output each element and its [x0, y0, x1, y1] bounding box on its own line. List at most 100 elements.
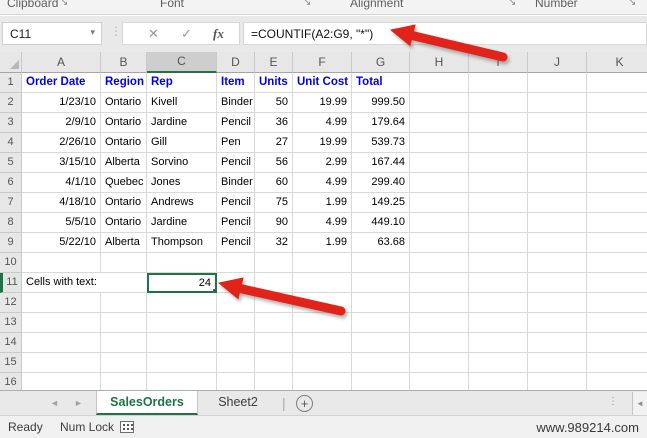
- alignment-dialog-launcher-icon[interactable]: ↘: [508, 0, 516, 8]
- row-header-15[interactable]: 15: [0, 353, 22, 373]
- cell-J6[interactable]: [528, 173, 587, 193]
- cell-B16[interactable]: [101, 373, 147, 390]
- cell-F15[interactable]: [293, 353, 352, 373]
- cell-B1[interactable]: Region: [101, 73, 147, 93]
- cell-I6[interactable]: [469, 173, 528, 193]
- row-header-14[interactable]: 14: [0, 333, 22, 353]
- cell-C2[interactable]: Kivell: [147, 93, 217, 113]
- cell-J3[interactable]: [528, 113, 587, 133]
- row-header-1[interactable]: 1: [0, 73, 22, 93]
- row-header-13[interactable]: 13: [0, 313, 22, 333]
- cell-H14[interactable]: [410, 333, 469, 353]
- cell-J7[interactable]: [528, 193, 587, 213]
- cell-I11[interactable]: [469, 273, 528, 293]
- row-header-6[interactable]: 6: [0, 173, 22, 193]
- cell-K13[interactable]: [587, 313, 647, 333]
- cell-B5[interactable]: Alberta: [101, 153, 147, 173]
- cell-H4[interactable]: [410, 133, 469, 153]
- cell-J9[interactable]: [528, 233, 587, 253]
- cell-K8[interactable]: [587, 213, 647, 233]
- column-header-A[interactable]: A: [22, 52, 101, 73]
- cell-E2[interactable]: 50: [255, 93, 293, 113]
- row-header-7[interactable]: 7: [0, 193, 22, 213]
- cell-A4[interactable]: 2/26/10: [22, 133, 101, 153]
- cell-F2[interactable]: 19.99: [293, 93, 352, 113]
- cell-E7[interactable]: 75: [255, 193, 293, 213]
- cell-I16[interactable]: [469, 373, 528, 390]
- cell-E8[interactable]: 90: [255, 213, 293, 233]
- cell-D16[interactable]: [217, 373, 255, 390]
- cell-C9[interactable]: Thompson: [147, 233, 217, 253]
- confirm-entry-icon[interactable]: ✓: [181, 26, 192, 42]
- cell-H2[interactable]: [410, 93, 469, 113]
- cell-D10[interactable]: [217, 253, 255, 273]
- cell-A3[interactable]: 2/9/10: [22, 113, 101, 133]
- cell-D2[interactable]: Binder: [217, 93, 255, 113]
- cell-H12[interactable]: [410, 293, 469, 313]
- cell-I15[interactable]: [469, 353, 528, 373]
- cell-I13[interactable]: [469, 313, 528, 333]
- cell-B10[interactable]: [101, 253, 147, 273]
- tab-sheet2[interactable]: Sheet2: [200, 391, 276, 415]
- row-header-2[interactable]: 2: [0, 93, 22, 113]
- row-header-5[interactable]: 5: [0, 153, 22, 173]
- row-header-3[interactable]: 3: [0, 113, 22, 133]
- cell-K16[interactable]: [587, 373, 647, 390]
- cell-A15[interactable]: [22, 353, 101, 373]
- cell-E14[interactable]: [255, 333, 293, 353]
- cell-H9[interactable]: [410, 233, 469, 253]
- cell-E3[interactable]: 36: [255, 113, 293, 133]
- cell-A14[interactable]: [22, 333, 101, 353]
- cell-E4[interactable]: 27: [255, 133, 293, 153]
- cell-I9[interactable]: [469, 233, 528, 253]
- cell-D15[interactable]: [217, 353, 255, 373]
- cell-K1[interactable]: [587, 73, 647, 93]
- cell-J13[interactable]: [528, 313, 587, 333]
- cell-D13[interactable]: [217, 313, 255, 333]
- cell-A7[interactable]: 4/18/10: [22, 193, 101, 213]
- cell-G5[interactable]: 167.44: [352, 153, 410, 173]
- number-dialog-launcher-icon[interactable]: ↘: [628, 0, 636, 8]
- cell-F12[interactable]: [293, 293, 352, 313]
- column-header-B[interactable]: B: [101, 52, 147, 73]
- cell-D3[interactable]: Pencil: [217, 113, 255, 133]
- cell-C11[interactable]: 24: [147, 273, 217, 293]
- cell-H6[interactable]: [410, 173, 469, 193]
- cell-I8[interactable]: [469, 213, 528, 233]
- cell-K12[interactable]: [587, 293, 647, 313]
- cell-B2[interactable]: Ontario: [101, 93, 147, 113]
- cell-K7[interactable]: [587, 193, 647, 213]
- cell-D6[interactable]: Binder: [217, 173, 255, 193]
- cell-A12[interactable]: [22, 293, 101, 313]
- cell-A13[interactable]: [22, 313, 101, 333]
- column-header-D[interactable]: D: [217, 52, 255, 73]
- row-header-10[interactable]: 10: [0, 253, 22, 273]
- cell-A8[interactable]: 5/5/10: [22, 213, 101, 233]
- cell-K9[interactable]: [587, 233, 647, 253]
- column-header-K[interactable]: K: [587, 52, 647, 73]
- row-header-4[interactable]: 4: [0, 133, 22, 153]
- cell-J4[interactable]: [528, 133, 587, 153]
- cell-C14[interactable]: [147, 333, 217, 353]
- cell-J1[interactable]: [528, 73, 587, 93]
- cell-A10[interactable]: [22, 253, 101, 273]
- cell-D14[interactable]: [217, 333, 255, 353]
- cancel-entry-icon[interactable]: ✕: [148, 26, 159, 42]
- cell-K2[interactable]: [587, 93, 647, 113]
- cell-C10[interactable]: [147, 253, 217, 273]
- formula-input[interactable]: =COUNTIF(A2:G9, "*"): [243, 22, 647, 45]
- cell-F16[interactable]: [293, 373, 352, 390]
- tab-salesorders[interactable]: SalesOrders: [96, 391, 198, 415]
- cell-C12[interactable]: [147, 293, 217, 313]
- row-header-11[interactable]: 11: [0, 273, 22, 293]
- cell-G15[interactable]: [352, 353, 410, 373]
- cell-J16[interactable]: [528, 373, 587, 390]
- cell-K3[interactable]: [587, 113, 647, 133]
- cell-H16[interactable]: [410, 373, 469, 390]
- column-header-F[interactable]: F: [293, 52, 352, 73]
- cell-J15[interactable]: [528, 353, 587, 373]
- cell-H1[interactable]: [410, 73, 469, 93]
- cell-D11[interactable]: [217, 273, 255, 293]
- cell-K6[interactable]: [587, 173, 647, 193]
- cell-C15[interactable]: [147, 353, 217, 373]
